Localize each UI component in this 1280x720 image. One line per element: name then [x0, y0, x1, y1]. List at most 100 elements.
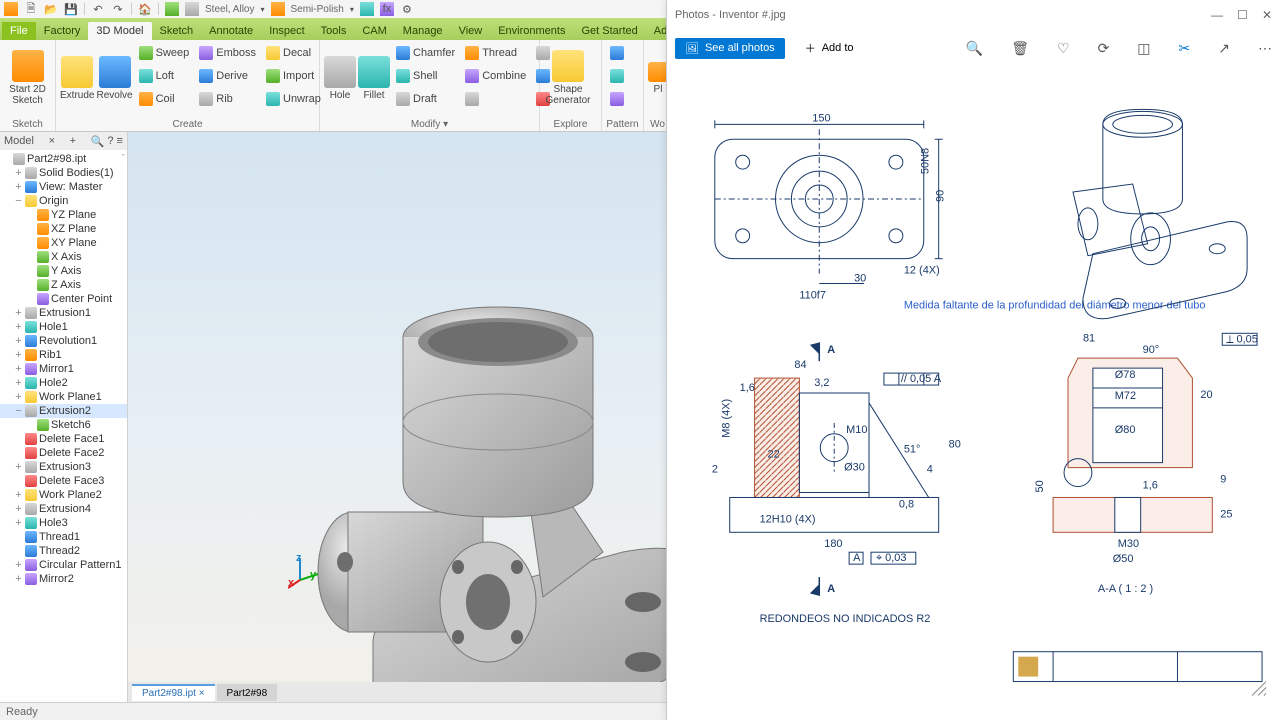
fx-icon[interactable]: fx	[380, 2, 394, 16]
tab-sketch[interactable]: Sketch	[152, 22, 202, 40]
undo-icon[interactable]: ↶	[91, 2, 105, 16]
edit-icon[interactable]: ✂	[1179, 40, 1191, 57]
tree-item[interactable]: +Circular Pattern1	[0, 558, 127, 572]
browser-close-icon[interactable]: ×	[49, 135, 55, 147]
redo-icon[interactable]: ↷	[111, 2, 125, 16]
tab-get-started[interactable]: Get Started	[573, 22, 645, 40]
new-icon[interactable]: 🗎	[24, 2, 38, 16]
revolve-button[interactable]: Revolve	[96, 42, 132, 114]
see-all-photos-button[interactable]: 🖼See all photos	[675, 38, 785, 59]
tab-manage[interactable]: Manage	[395, 22, 451, 40]
appearance-dropdown[interactable]: Semi-Polish	[291, 4, 344, 15]
browser-plus-icon[interactable]: +	[70, 135, 76, 147]
plane-button[interactable]: Pl	[648, 42, 668, 114]
tab-tools[interactable]: Tools	[313, 22, 355, 40]
tree-item[interactable]: +Extrusion4	[0, 502, 127, 516]
tree-item[interactable]: Thread1	[0, 530, 127, 544]
minimize-icon[interactable]: —	[1211, 8, 1223, 22]
menu-icon[interactable]: ≡	[117, 135, 123, 147]
open-icon[interactable]: 📂	[44, 2, 58, 16]
tree-item[interactable]: +Revolution1	[0, 334, 127, 348]
blank-button[interactable]	[461, 88, 530, 110]
rotate-icon[interactable]: ⟳	[1098, 40, 1110, 57]
share-icon[interactable]: ↗	[1218, 40, 1230, 57]
rect-pattern-icon[interactable]	[606, 42, 628, 64]
tree-item[interactable]: −Origin	[0, 194, 127, 208]
material-dropdown[interactable]: Steel, Alloy	[205, 4, 254, 15]
draft-button[interactable]: Draft	[392, 88, 459, 110]
shape-generator-button[interactable]: Shape Generator	[544, 42, 592, 114]
search-icon[interactable]: 🔍	[91, 135, 105, 148]
circular-pattern-icon[interactable]	[606, 65, 628, 87]
home-icon[interactable]: 🏠	[138, 2, 152, 16]
tab-annotate[interactable]: Annotate	[201, 22, 261, 40]
decal-button[interactable]: Decal	[262, 42, 325, 64]
tab-environments[interactable]: Environments	[490, 22, 573, 40]
start-2d-sketch-button[interactable]: Start 2D Sketch	[4, 42, 51, 114]
emboss-button[interactable]: Emboss	[195, 42, 260, 64]
tree-item[interactable]: +Work Plane1	[0, 390, 127, 404]
tree-item[interactable]: Z Axis	[0, 278, 127, 292]
coil-button[interactable]: Coil	[135, 88, 194, 110]
document-tab[interactable]: Part2#98.ipt ×	[132, 684, 215, 701]
tree-item[interactable]: Delete Face1	[0, 432, 127, 446]
close-icon[interactable]: ✕	[1262, 8, 1272, 22]
crop-icon[interactable]: ◫	[1137, 40, 1150, 57]
tree-item[interactable]: +Extrusion1	[0, 306, 127, 320]
tree-item[interactable]: Sketch6	[0, 418, 127, 432]
tree-item[interactable]: +Mirror1	[0, 362, 127, 376]
sweep-button[interactable]: Sweep	[135, 42, 194, 64]
tree-item[interactable]: +Mirror2	[0, 572, 127, 586]
tree-item[interactable]: XY Plane	[0, 236, 127, 250]
tree-item[interactable]: XZ Plane	[0, 222, 127, 236]
tree-item[interactable]: −Extrusion2	[0, 404, 127, 418]
tree-item[interactable]: X Axis	[0, 250, 127, 264]
tree-item[interactable]: +View: Master	[0, 180, 127, 194]
derive-button[interactable]: Derive	[195, 65, 260, 87]
tree-item[interactable]: Thread2	[0, 544, 127, 558]
tree-item[interactable]: Delete Face2	[0, 446, 127, 460]
combine-button[interactable]: Combine	[461, 65, 530, 87]
tree-item[interactable]: Y Axis	[0, 264, 127, 278]
tree-item[interactable]: Center Point	[0, 292, 127, 306]
tab-file[interactable]: File	[2, 22, 36, 40]
loft-button[interactable]: Loft	[135, 65, 194, 87]
measure-icon[interactable]	[360, 2, 374, 16]
tab-3d-model[interactable]: 3D Model	[88, 22, 151, 40]
favorite-icon[interactable]: ♡	[1057, 40, 1070, 57]
tree-item[interactable]: +Work Plane2	[0, 488, 127, 502]
extrude-button[interactable]: Extrude	[60, 42, 94, 114]
maximize-icon[interactable]: ☐	[1237, 8, 1248, 22]
unwrap-button[interactable]: Unwrap	[262, 88, 325, 110]
tree-item[interactable]: +Hole1	[0, 320, 127, 334]
tab-factory[interactable]: Factory	[36, 22, 89, 40]
tree-item[interactable]: +Solid Bodies(1)	[0, 166, 127, 180]
chamfer-button[interactable]: Chamfer	[392, 42, 459, 64]
material-icon[interactable]	[185, 2, 199, 16]
save-icon[interactable]: 💾	[64, 2, 78, 16]
settings-icon[interactable]: ⚙	[400, 2, 414, 16]
tab-view[interactable]: View	[451, 22, 491, 40]
shell-button[interactable]: Shell	[392, 65, 459, 87]
import-button[interactable]: Import	[262, 65, 325, 87]
tree-root[interactable]: Part2#98.iptˇ	[0, 152, 127, 166]
tab-inspect[interactable]: Inspect	[261, 22, 312, 40]
tree-item[interactable]: Delete Face3	[0, 474, 127, 488]
hole-button[interactable]: Hole	[324, 42, 356, 114]
tree-item[interactable]: +Extrusion3	[0, 460, 127, 474]
rib-button[interactable]: Rib	[195, 88, 260, 110]
photos-titlebar[interactable]: Photos - Inventor #.jpg — ☐ ✕	[667, 0, 1280, 30]
document-tab[interactable]: Part2#98	[217, 684, 278, 701]
appearance-icon[interactable]	[165, 2, 179, 16]
delete-icon[interactable]: 🗑	[1011, 40, 1029, 57]
mirror-icon[interactable]	[606, 88, 628, 110]
tree-item[interactable]: +Hole3	[0, 516, 127, 530]
tree-item[interactable]: YZ Plane	[0, 208, 127, 222]
fillet-button[interactable]: Fillet	[358, 42, 390, 114]
more-icon[interactable]: ⋯	[1258, 40, 1272, 57]
tab-cam[interactable]: CAM	[354, 22, 394, 40]
help-icon[interactable]: ?	[107, 135, 113, 147]
thread-button[interactable]: Thread	[461, 42, 530, 64]
tree-item[interactable]: +Rib1	[0, 348, 127, 362]
photos-viewport[interactable]: 150 90 50N8 12 (4X) 30 110f7 Medida falt…	[667, 66, 1280, 720]
